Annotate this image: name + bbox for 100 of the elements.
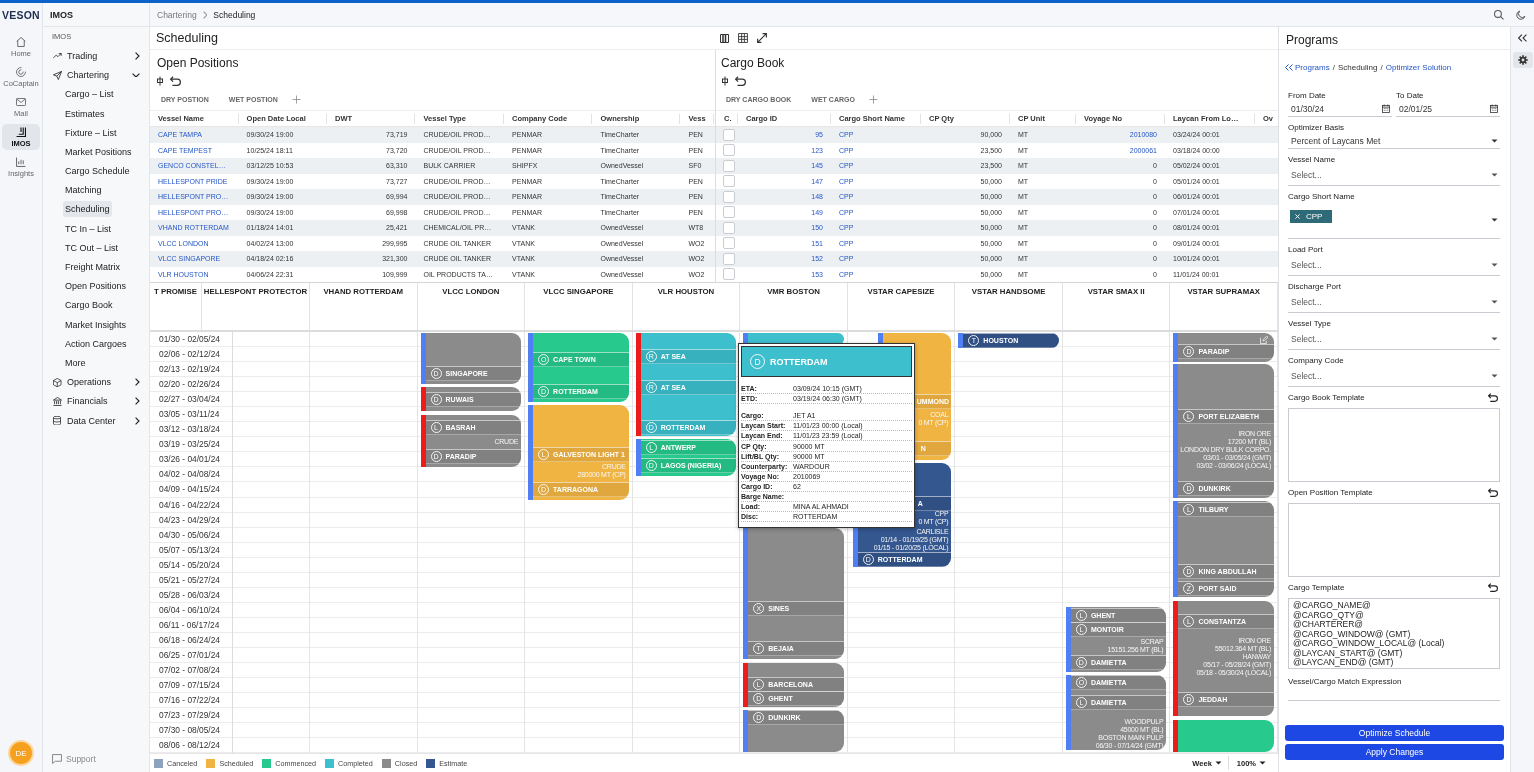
nav-item[interactable]: Market Positions — [63, 143, 134, 160]
row-checkbox[interactable] — [723, 175, 735, 188]
bracket-icon — [16, 126, 26, 137]
section-title: Open Positions — [157, 56, 239, 70]
row-checkbox[interactable] — [723, 252, 735, 265]
week-label: 08/06 - 08/12/24 — [159, 740, 220, 751]
week-label: 07/16 - 07/22/24 — [159, 695, 220, 706]
cube-icon — [53, 377, 62, 387]
field-label: Vessel/Cargo Match Expression — [1288, 677, 1402, 687]
search-icon[interactable] — [1494, 9, 1504, 20]
select-field[interactable]: Select... — [1288, 165, 1500, 186]
nav-item[interactable]: Chartering — [43, 65, 149, 85]
section-title: IMOS — [50, 9, 73, 20]
nav-item[interactable]: Estimates — [63, 105, 107, 122]
calendar-icon[interactable] — [1490, 104, 1498, 113]
nav-item[interactable]: TC In – List — [63, 220, 113, 237]
port-name: ROTTERDAM — [770, 356, 828, 367]
trend-icon — [53, 53, 62, 59]
row-checkbox[interactable] — [723, 144, 735, 157]
row-checkbox[interactable] — [723, 159, 735, 172]
select-field[interactable]: CPP — [1288, 202, 1500, 239]
moon-icon[interactable] — [1516, 9, 1526, 20]
caret-icon — [1491, 337, 1498, 341]
week-label: 02/20 - 02/26/24 — [159, 379, 220, 390]
filter-tag[interactable]: CPP — [1290, 210, 1333, 223]
week-label: 03/19 - 03/25/24 — [159, 439, 220, 450]
nav-item[interactable]: Freight Matrix — [63, 259, 122, 276]
nav-item[interactable]: Data Center — [43, 410, 149, 431]
undo-icon[interactable] — [1488, 392, 1498, 402]
edit-icon[interactable] — [1260, 336, 1268, 344]
support-link[interactable]: Support — [52, 754, 96, 764]
split-icon[interactable] — [157, 75, 163, 86]
section-title: Cargo Book — [721, 56, 785, 70]
select-field[interactable]: Select... — [1288, 366, 1500, 387]
add-icon[interactable] — [291, 95, 301, 104]
field-label: Optimizer Basis — [1288, 123, 1344, 133]
template-field[interactable] — [1288, 503, 1500, 577]
date-field[interactable]: 01/30/24 — [1288, 101, 1392, 117]
undo-icon[interactable] — [1488, 487, 1498, 497]
caret-icon — [1491, 263, 1498, 267]
template-field[interactable] — [1288, 408, 1500, 482]
settings-icon — [1517, 55, 1528, 65]
nav-item[interactable]: Open Positions — [63, 278, 129, 295]
add-icon[interactable] — [868, 95, 878, 104]
nav-item[interactable]: TC Out – List — [63, 239, 120, 256]
nav-item[interactable]: More — [63, 355, 88, 371]
date-field[interactable]: 02/01/25 — [1396, 101, 1500, 117]
mail-icon — [16, 96, 26, 107]
week-label: 07/23 - 07/29/24 — [159, 710, 220, 721]
select-field[interactable]: Percent of Laycans Met — [1288, 133, 1500, 149]
settings-button[interactable] — [1512, 52, 1533, 68]
week-label: 04/02 - 04/08/24 — [159, 469, 220, 480]
undo-icon[interactable] — [170, 75, 181, 86]
remove-icon[interactable] — [1295, 214, 1300, 219]
row-checkbox[interactable] — [723, 221, 735, 234]
nav-item[interactable]: Market Insights — [63, 316, 129, 333]
select-field[interactable]: Select... — [1288, 329, 1500, 350]
nav-item[interactable]: Action Cargoes — [63, 335, 129, 352]
nav-item[interactable]: Matching — [63, 182, 104, 199]
row-checkbox[interactable] — [723, 206, 735, 219]
nav-item[interactable]: Trading — [43, 46, 149, 66]
table-icon[interactable] — [738, 33, 748, 43]
nav-item[interactable]: Cargo – List — [63, 86, 116, 103]
week-label: 04/23 - 04/29/24 — [159, 514, 220, 525]
expand-icon[interactable] — [757, 33, 767, 43]
breadcrumb-link[interactable]: Programs — [1285, 62, 1330, 72]
split-icon[interactable] — [722, 75, 728, 86]
row-checkbox[interactable] — [723, 268, 735, 281]
undo-icon[interactable] — [735, 75, 746, 86]
breadcrumb-link[interactable]: Optimizer Solution — [1385, 62, 1452, 72]
field-label: Vessel Name — [1288, 155, 1336, 165]
double-chevron-icon — [1285, 63, 1293, 71]
action-button[interactable]: Optimize Schedule — [1285, 725, 1504, 741]
nav-item[interactable]: Cargo Book — [63, 297, 115, 314]
select-field[interactable]: Select... — [1288, 255, 1500, 276]
undo-icon[interactable] — [1488, 582, 1498, 592]
action-button[interactable]: Apply Changes — [1285, 744, 1504, 760]
select-field[interactable]: Select... — [1288, 292, 1500, 313]
calendar-icon[interactable] — [1382, 104, 1390, 113]
nav-item[interactable]: Scheduling — [63, 201, 112, 218]
caret-icon — [1259, 761, 1266, 765]
row-checkbox[interactable] — [723, 128, 735, 141]
nav-item[interactable]: Financials — [43, 391, 149, 411]
nav-item[interactable]: Fixture – List — [63, 124, 119, 141]
week-label: 07/30 - 08/05/24 — [159, 725, 220, 736]
bank-icon — [53, 396, 62, 406]
columns-icon[interactable] — [720, 33, 729, 43]
field-label: Company Code — [1288, 356, 1344, 366]
swirl-icon — [16, 66, 26, 77]
field-label: Discharge Port — [1288, 282, 1341, 292]
breadcrumb-link[interactable]: Chartering — [157, 9, 197, 20]
row-checkbox[interactable] — [723, 237, 735, 250]
week-label: 05/07 - 05/13/24 — [159, 544, 220, 555]
double-chevron-icon — [1518, 34, 1527, 42]
row-checkbox[interactable] — [723, 190, 735, 203]
template-field[interactable]: @CARGO_NAME@ @CARGO_QTY@ @CHARTERER@ @CARGO_WINDOW@ (GMT) @CARGO_WINDOW_LOCAL@ (Local) @LAYCAN_START@ (GMT) @LAYCAN_END@ (GMT) — [1288, 598, 1500, 669]
nav-item[interactable]: Operations — [43, 372, 149, 392]
nav-item[interactable]: Cargo Schedule — [63, 163, 132, 180]
caret-icon — [1491, 374, 1498, 378]
week-label: 03/12 - 03/18/24 — [159, 424, 220, 435]
